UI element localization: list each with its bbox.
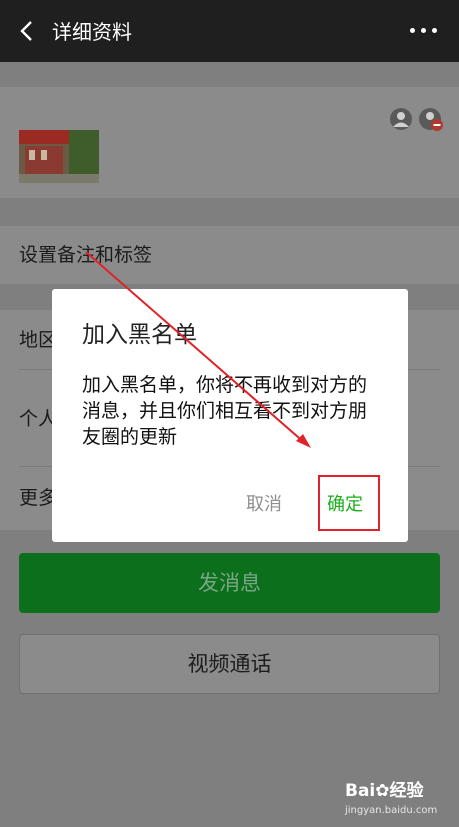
baidu-watermark: Bai✿经验 jingyan.baidu.com — [345, 773, 455, 823]
dialog-message: 加入黑名单，你将不再收到对方的消息，并且你们相互看不到对方朋友圈的更新 — [82, 374, 368, 448]
watermark-brand: Bai — [345, 781, 376, 801]
highlight-box — [318, 475, 380, 531]
blacklist-dialog: 加入黑名单 加入黑名单，你将不再收到对方的消息，并且你们相互看不到对方朋友圈的更… — [52, 289, 408, 542]
watermark-url: jingyan.baidu.com — [345, 805, 438, 816]
video-call-button[interactable]: 视频通话 — [19, 634, 440, 694]
dialog-title: 加入黑名单 — [82, 322, 197, 348]
send-message-button[interactable]: 发消息 — [19, 553, 440, 613]
chevron-left-icon[interactable] — [18, 20, 36, 42]
top-bar: 详细资料 — [0, 0, 459, 62]
paw-icon: ✿ — [375, 781, 390, 801]
page-title: 详细资料 — [52, 20, 132, 44]
avatar[interactable] — [19, 130, 99, 183]
more-dots-icon[interactable] — [410, 28, 438, 36]
remark-tags-label: 设置备注和标签 — [19, 244, 153, 266]
watermark-brand-cn: 经验 — [389, 781, 424, 801]
cancel-button[interactable]: 取消 — [246, 493, 282, 517]
contact-status-icons — [390, 108, 443, 131]
